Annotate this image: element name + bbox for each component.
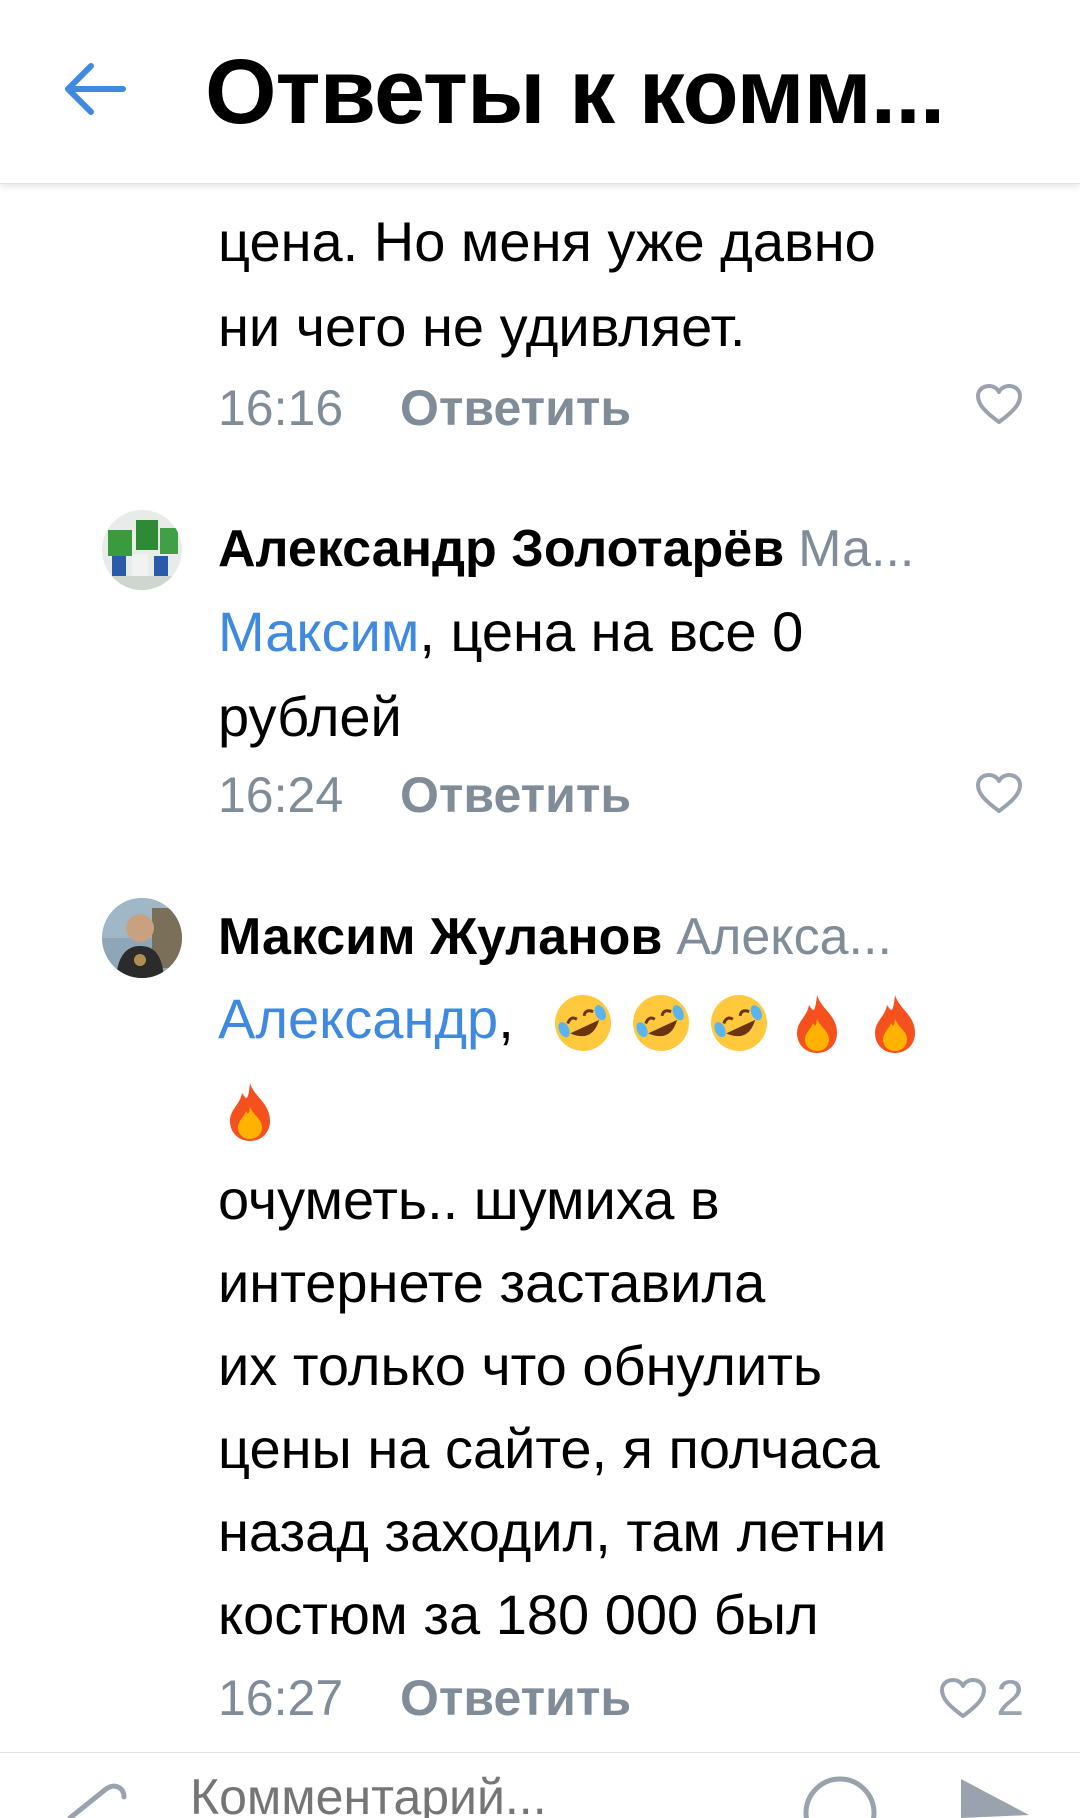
comment-text-line: Александр, (218, 977, 1018, 1061)
rolling-laughing-emoji (711, 995, 768, 1052)
rolling-laughing-emoji (633, 995, 690, 1052)
author-name[interactable]: Александр Золотарёв (218, 520, 784, 578)
comment-time: 16:24 (218, 767, 344, 823)
reply-button[interactable]: Ответить (400, 1668, 631, 1728)
author-name[interactable]: Максим Жуланов (218, 908, 662, 966)
comment-time: 16:27 (218, 1670, 344, 1726)
comment-text-line: рублей (218, 685, 402, 748)
comment-text: , (498, 987, 514, 1050)
like-button[interactable]: 2 (938, 1668, 1024, 1728)
avatar[interactable] (102, 510, 182, 590)
reply-to-name[interactable]: Алекса... (676, 908, 892, 966)
mention-link[interactable]: Максим (218, 600, 419, 663)
app-header: Ответы к комм... (0, 0, 1080, 184)
reply-button[interactable]: Ответить (400, 765, 631, 825)
arrow-left-icon (65, 63, 126, 115)
comment-text-line: цены на сайте, я полчаса (218, 1417, 880, 1480)
comment-text-line: интернете заставила (218, 1251, 766, 1314)
comment-author-line: Максим Жуланов Алекса... (218, 905, 1018, 969)
comment-time: 16:16 (218, 380, 344, 436)
comment-input[interactable] (190, 1775, 750, 1818)
emoji-row (551, 991, 927, 1055)
reply-button[interactable]: Ответить (400, 378, 631, 438)
avatar-image (102, 898, 182, 978)
fire-emoji (230, 1083, 270, 1142)
heart-icon (976, 773, 1022, 813)
comment-composer (0, 1752, 1080, 1818)
comment-text-line: очуметь.. шумиха в (218, 1168, 720, 1231)
comment-text-line: ни чего не удивляет. (218, 295, 746, 358)
rolling-laughing-emoji (555, 995, 612, 1052)
fire-emoji (875, 995, 916, 1054)
comment-text: , цена на все 0 (419, 600, 804, 663)
send-icon[interactable] (955, 1775, 1035, 1818)
heart-icon (976, 384, 1022, 424)
heart-icon (940, 1678, 987, 1718)
like-count: 2 (996, 1670, 1024, 1726)
like-button[interactable] (974, 763, 1024, 823)
comment-text-line: назад заходил, там летни (218, 1500, 887, 1563)
fire-emoji (797, 995, 838, 1054)
page-title: Ответы к комм... (205, 41, 945, 143)
paperclip-icon[interactable] (62, 1781, 132, 1818)
avatar[interactable] (102, 898, 182, 978)
like-button[interactable] (974, 374, 1024, 434)
back-button[interactable] (50, 44, 140, 134)
mention-link[interactable]: Александр (218, 987, 498, 1050)
comment-author-line: Александр Золотарёв Ма... (218, 517, 1018, 581)
comment-text-line: костюм за 180 000 был (218, 1583, 819, 1646)
emoji-icon[interactable] (800, 1771, 880, 1818)
comments-feed[interactable]: цена. Но меня уже давно ни чего не удивл… (0, 0, 1080, 1752)
comment-text-line: их только что обнулить (218, 1334, 823, 1397)
comment-text-line: цена. Но меня уже давно (218, 210, 876, 273)
comment-text-line: Максим, цена на все 0 (218, 590, 1018, 674)
comment-text-line (218, 1065, 1018, 1149)
reply-to-name[interactable]: Ма... (798, 520, 914, 578)
avatar-image (102, 510, 182, 590)
